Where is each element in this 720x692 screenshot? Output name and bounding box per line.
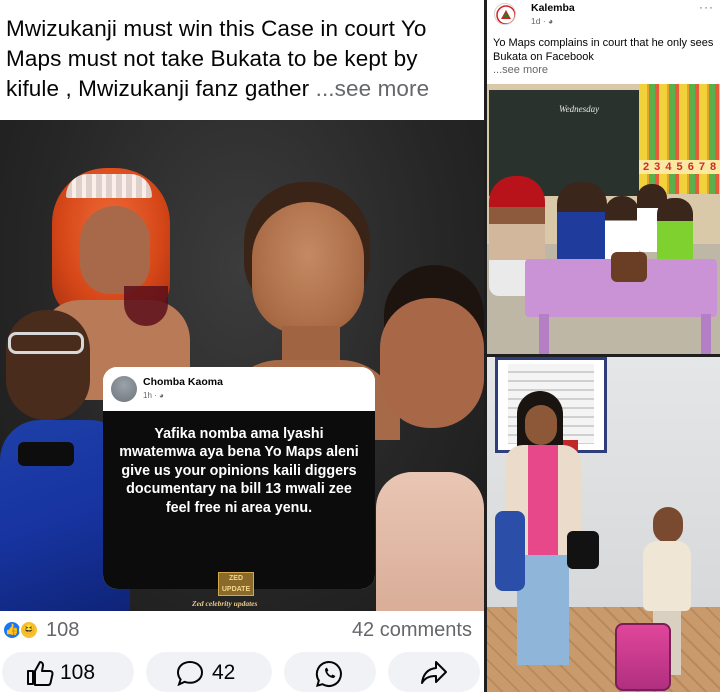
time-label: 1d · <box>531 16 549 26</box>
reactions-bar: 👍 😆 108 42 comments <box>0 611 484 649</box>
left-post: Mwizukanji must win this Case in court Y… <box>0 0 484 692</box>
avatar <box>111 376 137 402</box>
post-time: 1d · ◕ <box>531 16 553 26</box>
woman-face <box>525 405 557 445</box>
pink-suitcase <box>615 623 671 691</box>
avatar[interactable] <box>494 3 516 25</box>
comment-button[interactable]: 42 <box>146 652 272 692</box>
right-top-post: Kalemba 1d · ◕ ··· Yo Maps complains in … <box>484 0 720 354</box>
table-leg <box>701 314 711 354</box>
handbag <box>567 531 599 569</box>
haha-reaction-icon[interactable]: 😆 <box>19 620 39 640</box>
action-bar: 108 42 <box>0 649 484 692</box>
time-label: 1h · <box>143 391 160 400</box>
embedded-post-text: Yafika nomba ama lyashi mwatemwa aya ben… <box>103 411 375 589</box>
watermark-text: Zed celebrity updates <box>192 599 258 608</box>
table-leg <box>539 314 549 354</box>
comment-count-label: 42 <box>212 661 236 684</box>
man-glasses <box>8 332 84 354</box>
comment-count[interactable]: 42 comments <box>352 619 472 642</box>
globe-icon: ◕ <box>159 391 164 400</box>
reaction-count[interactable]: 108 <box>46 619 79 642</box>
post-photo[interactable]: Wednesday 2 3 4 5 6 7 8 <box>487 84 720 354</box>
cake <box>611 252 647 282</box>
tiara <box>66 174 152 198</box>
right-bottom-photo <box>484 354 720 692</box>
whatsapp-icon <box>315 660 342 688</box>
author-name[interactable]: Kalemba <box>531 2 575 14</box>
like-button[interactable]: 108 <box>2 652 134 692</box>
woman-figure <box>495 391 599 681</box>
share-arrow-icon <box>421 661 447 684</box>
post-caption: Yo Maps complains in court that he only … <box>493 37 719 78</box>
number-strip: 2 3 4 5 6 7 8 <box>639 160 720 174</box>
woman-face <box>80 206 150 294</box>
embedded-author-name: Chomba Kaoma <box>143 376 223 388</box>
post-caption-text: Yo Maps complains in court that he only … <box>493 37 714 63</box>
thumbs-up-icon <box>27 661 54 686</box>
see-more-link[interactable]: ...see more <box>316 76 430 101</box>
watermark-logo: ZED UPDATE <box>218 572 254 596</box>
blue-jacket <box>495 511 525 591</box>
girl-dress <box>376 472 484 611</box>
embedded-post-header: Chomba Kaoma 1h · ◕ <box>103 367 375 411</box>
like-count: 108 <box>60 661 96 684</box>
globe-icon: ◕ <box>548 16 554 26</box>
embedded-post-card: Chomba Kaoma 1h · ◕ Yafika nomba ama lya… <box>103 367 375 589</box>
photo[interactable] <box>487 357 720 692</box>
kalemba-logo-icon <box>496 5 515 24</box>
woman-face <box>252 202 364 334</box>
child-figure <box>657 198 693 264</box>
wall-chart <box>639 84 720 194</box>
whatsapp-share-button[interactable] <box>284 652 376 692</box>
chalkboard-text: Wednesday <box>559 104 600 114</box>
share-button[interactable] <box>388 652 480 692</box>
comment-bubble-icon <box>176 660 204 686</box>
post-caption: Mwizukanji must win this Case in court Y… <box>0 0 484 120</box>
more-options-icon[interactable]: ··· <box>699 0 714 14</box>
see-more-link[interactable]: ...see more <box>493 64 548 76</box>
girl-face <box>380 298 484 428</box>
child-head <box>653 507 683 543</box>
man-face <box>6 310 90 420</box>
embedded-post-time: 1h · ◕ <box>143 391 164 400</box>
post-photo[interactable]: Chomba Kaoma 1h · ◕ Yafika nomba ama lya… <box>0 120 484 611</box>
child-jacket <box>643 541 691 611</box>
man-bowtie <box>18 442 74 466</box>
